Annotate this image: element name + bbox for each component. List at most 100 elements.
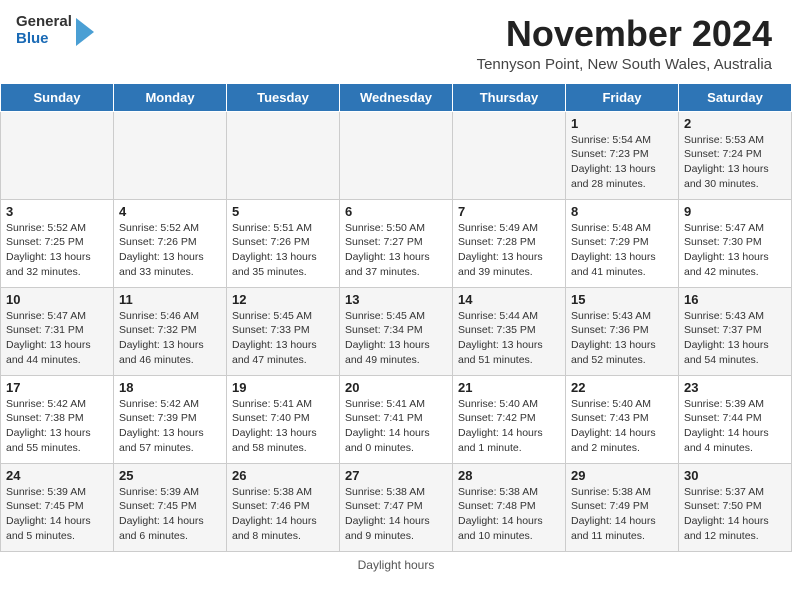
col-header-saturday: Saturday [679,83,792,111]
day-number: 23 [684,380,786,395]
day-number: 8 [571,204,673,219]
location-subtitle: Tennyson Point, New South Wales, Austral… [477,56,772,73]
day-info: Sunrise: 5:41 AM Sunset: 7:40 PM Dayligh… [232,397,334,456]
day-number: 18 [119,380,221,395]
calendar-day: 27Sunrise: 5:38 AM Sunset: 7:47 PM Dayli… [340,463,453,551]
calendar-day: 20 Sunrise: 5:41 AM Sunset: 7:41 PM Dayli… [340,375,453,463]
calendar-table: SundayMondayTuesdayWednesdayThursdayFrid… [0,83,792,552]
day-info: Sunrise: 5:43 AM Sunset: 7:36 PM Dayligh… [571,309,673,368]
header: General Blue November 2024 Tennyson Poin… [0,0,792,79]
day-info: Sunrise: 5:41 AM Sunset: 7:41 PM Dayligh… [345,397,447,456]
calendar-day: 4 Sunrise: 5:52 AM Sunset: 7:26 PM Daylig… [114,199,227,287]
day-info: Sunrise: 5:47 AM Sunset: 7:30 PM Dayligh… [684,221,786,280]
calendar-day [227,111,340,199]
calendar-day: 15 Sunrise: 5:43 AM Sunset: 7:36 PM Dayli… [566,287,679,375]
day-number: 30 [684,468,786,483]
col-header-wednesday: Wednesday [340,83,453,111]
day-info: Sunrise: 5:47 AM Sunset: 7:31 PM Dayligh… [6,309,108,368]
day-info: Sunrise: 5:54 AM Sunset: 7:23 PM Dayligh… [571,133,673,192]
day-info: Sunrise: 5:42 AM Sunset: 7:38 PM Dayligh… [6,397,108,456]
month-year-title: November 2024 [477,14,772,54]
day-number: 15 [571,292,673,307]
day-number: 14 [458,292,560,307]
col-header-monday: Monday [114,83,227,111]
day-info: Sunrise: 5:52 AM Sunset: 7:25 PM Dayligh… [6,221,108,280]
calendar-day: 1Sunrise: 5:54 AM Sunset: 7:23 PM Daylig… [566,111,679,199]
day-info: Sunrise: 5:51 AM Sunset: 7:26 PM Dayligh… [232,221,334,280]
calendar-day: 11 Sunrise: 5:46 AM Sunset: 7:32 PM Dayli… [114,287,227,375]
day-info: Sunrise: 5:38 AM Sunset: 7:48 PM Dayligh… [458,485,560,544]
calendar-day: 30 Sunrise: 5:37 AM Sunset: 7:50 PM Dayli… [679,463,792,551]
calendar-day: 14 Sunrise: 5:44 AM Sunset: 7:35 PM Dayli… [453,287,566,375]
day-info: Sunrise: 5:39 AM Sunset: 7:45 PM Dayligh… [6,485,108,544]
title-block: November 2024 Tennyson Point, New South … [477,14,772,73]
calendar-day: 5 Sunrise: 5:51 AM Sunset: 7:26 PM Daylig… [227,199,340,287]
daylight-hours-label: Daylight hours [358,558,435,572]
day-info: Sunrise: 5:42 AM Sunset: 7:39 PM Dayligh… [119,397,221,456]
day-number: 19 [232,380,334,395]
day-number: 22 [571,380,673,395]
calendar-week-4: 24 Sunrise: 5:39 AM Sunset: 7:45 PM Dayli… [1,463,792,551]
day-number: 13 [345,292,447,307]
day-info: Sunrise: 5:40 AM Sunset: 7:43 PM Dayligh… [571,397,673,456]
col-header-thursday: Thursday [453,83,566,111]
day-number: 4 [119,204,221,219]
day-number: 17 [6,380,108,395]
day-number: 3 [6,204,108,219]
calendar-day: 21Sunrise: 5:40 AM Sunset: 7:42 PM Dayli… [453,375,566,463]
calendar-day [114,111,227,199]
calendar-header-row: SundayMondayTuesdayWednesdayThursdayFrid… [1,83,792,111]
day-info: Sunrise: 5:38 AM Sunset: 7:49 PM Dayligh… [571,485,673,544]
day-info: Sunrise: 5:53 AM Sunset: 7:24 PM Dayligh… [684,133,786,192]
day-number: 24 [6,468,108,483]
day-info: Sunrise: 5:39 AM Sunset: 7:45 PM Dayligh… [119,485,221,544]
day-info: Sunrise: 5:37 AM Sunset: 7:50 PM Dayligh… [684,485,786,544]
calendar-day: 16Sunrise: 5:43 AM Sunset: 7:37 PM Dayli… [679,287,792,375]
calendar-week-0: 1Sunrise: 5:54 AM Sunset: 7:23 PM Daylig… [1,111,792,199]
calendar-day: 9 Sunrise: 5:47 AM Sunset: 7:30 PM Daylig… [679,199,792,287]
day-number: 20 [345,380,447,395]
day-info: Sunrise: 5:48 AM Sunset: 7:29 PM Dayligh… [571,221,673,280]
calendar-day: 6Sunrise: 5:50 AM Sunset: 7:27 PM Daylig… [340,199,453,287]
day-info: Sunrise: 5:44 AM Sunset: 7:35 PM Dayligh… [458,309,560,368]
day-info: Sunrise: 5:52 AM Sunset: 7:26 PM Dayligh… [119,221,221,280]
col-header-sunday: Sunday [1,83,114,111]
calendar-week-3: 17 Sunrise: 5:42 AM Sunset: 7:38 PM Dayli… [1,375,792,463]
calendar-day: 7Sunrise: 5:49 AM Sunset: 7:28 PM Daylig… [453,199,566,287]
day-number: 29 [571,468,673,483]
day-info: Sunrise: 5:38 AM Sunset: 7:46 PM Dayligh… [232,485,334,544]
day-info: Sunrise: 5:45 AM Sunset: 7:34 PM Dayligh… [345,309,447,368]
calendar-day: 29 Sunrise: 5:38 AM Sunset: 7:49 PM Dayli… [566,463,679,551]
day-number: 5 [232,204,334,219]
day-info: Sunrise: 5:50 AM Sunset: 7:27 PM Dayligh… [345,221,447,280]
calendar-day: 10Sunrise: 5:47 AM Sunset: 7:31 PM Dayli… [1,287,114,375]
day-number: 11 [119,292,221,307]
day-number: 26 [232,468,334,483]
day-number: 27 [345,468,447,483]
footer: Daylight hours [0,552,792,574]
day-info: Sunrise: 5:39 AM Sunset: 7:44 PM Dayligh… [684,397,786,456]
day-info: Sunrise: 5:49 AM Sunset: 7:28 PM Dayligh… [458,221,560,280]
day-number: 2 [684,116,786,131]
calendar-day: 28 Sunrise: 5:38 AM Sunset: 7:48 PM Dayli… [453,463,566,551]
logo: General Blue [16,14,94,47]
calendar-day: 26 Sunrise: 5:38 AM Sunset: 7:46 PM Dayli… [227,463,340,551]
day-number: 28 [458,468,560,483]
calendar-week-2: 10Sunrise: 5:47 AM Sunset: 7:31 PM Dayli… [1,287,792,375]
day-info: Sunrise: 5:46 AM Sunset: 7:32 PM Dayligh… [119,309,221,368]
calendar-day: 24 Sunrise: 5:39 AM Sunset: 7:45 PM Dayli… [1,463,114,551]
calendar-day: 19 Sunrise: 5:41 AM Sunset: 7:40 PM Dayli… [227,375,340,463]
day-number: 12 [232,292,334,307]
calendar-day: 17 Sunrise: 5:42 AM Sunset: 7:38 PM Dayli… [1,375,114,463]
calendar-day [340,111,453,199]
day-number: 21 [458,380,560,395]
day-number: 25 [119,468,221,483]
logo-arrow-icon [76,18,94,46]
col-header-friday: Friday [566,83,679,111]
calendar-day: 3 Sunrise: 5:52 AM Sunset: 7:25 PM Daylig… [1,199,114,287]
calendar-day: 13 Sunrise: 5:45 AM Sunset: 7:34 PM Dayli… [340,287,453,375]
calendar-day: 18 Sunrise: 5:42 AM Sunset: 7:39 PM Dayli… [114,375,227,463]
day-number: 9 [684,204,786,219]
calendar-day [453,111,566,199]
day-info: Sunrise: 5:45 AM Sunset: 7:33 PM Dayligh… [232,309,334,368]
